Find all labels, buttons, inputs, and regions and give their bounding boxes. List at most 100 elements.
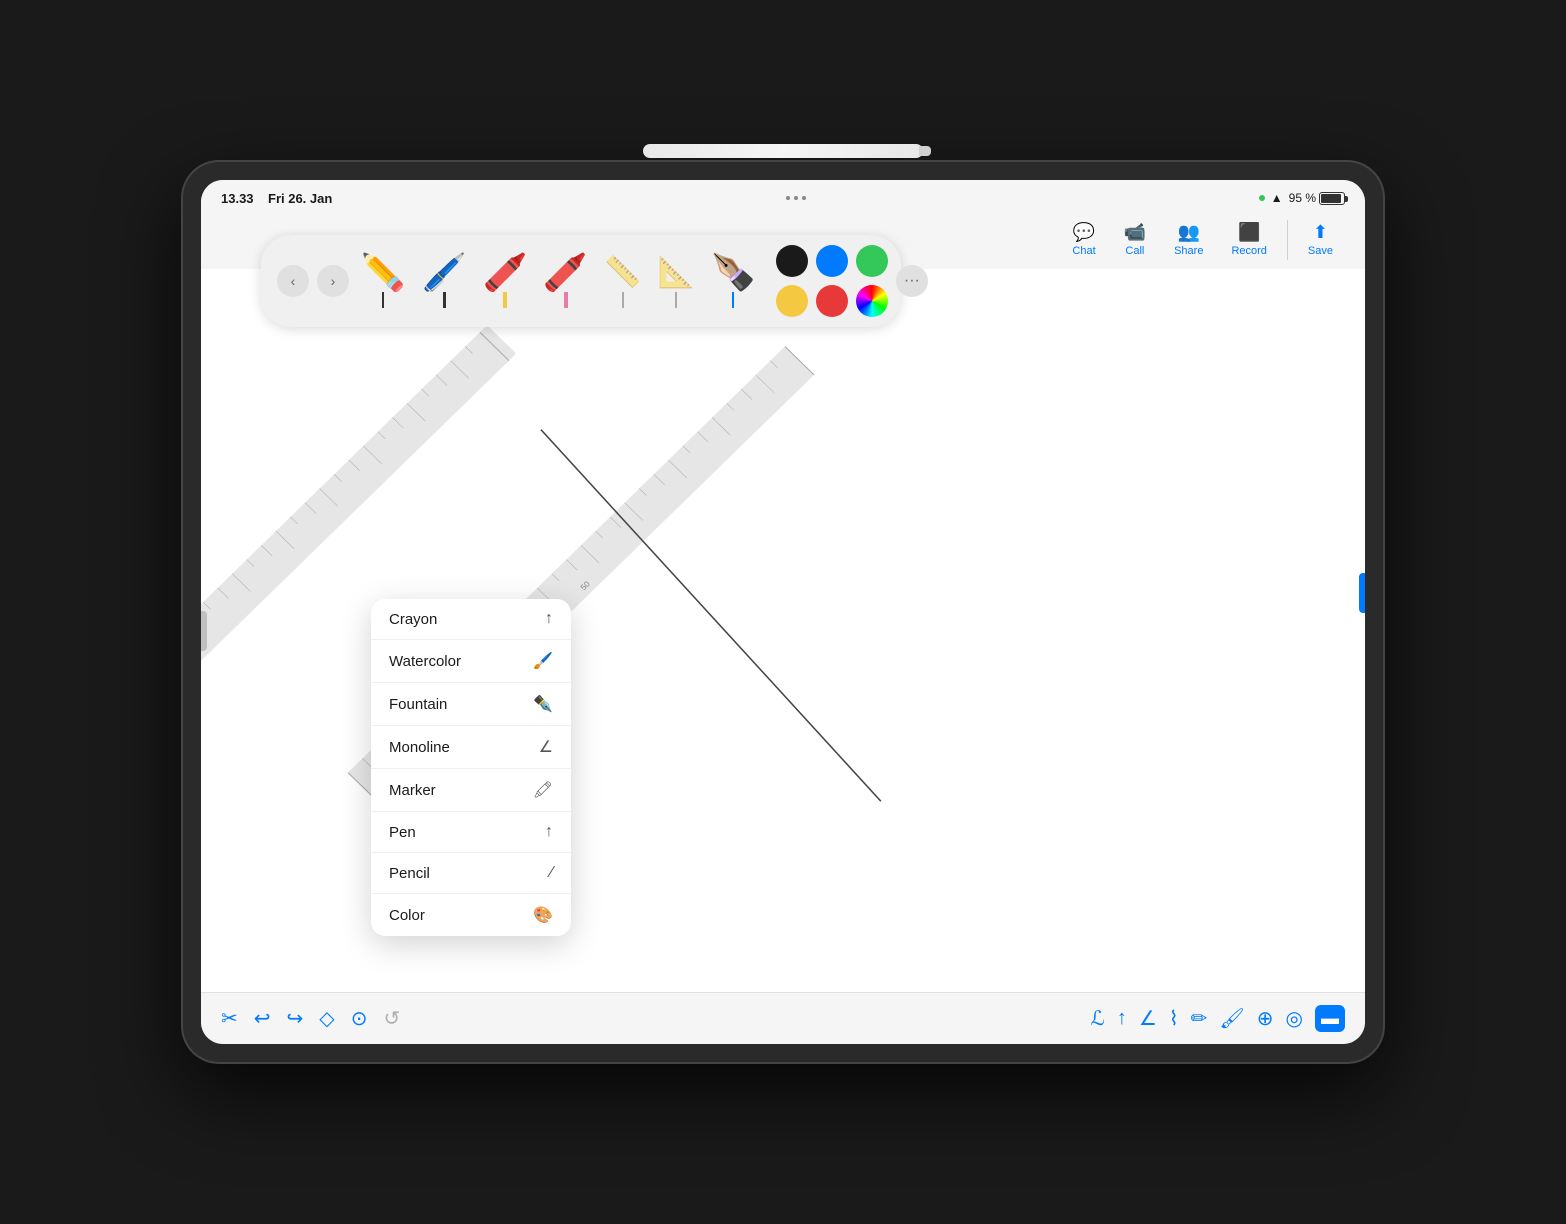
- ipad-frame: 13.33 Fri 26. Jan ▲ 95 %: [183, 162, 1383, 1062]
- bottom-left-tools: ✂ ↩ ↪ ◇ ⊙ ↺: [221, 1006, 400, 1031]
- call-icon: 📹: [1124, 222, 1146, 243]
- menu-label-color: Color: [389, 907, 425, 924]
- pen-toolbar-container: ‹ › ✏️ 🖊️ 🖍️ 🖍️: [261, 235, 901, 327]
- menu-label-monoline: Monoline: [389, 739, 450, 756]
- menu-icon-pen: ↑: [545, 823, 553, 841]
- color-section: [776, 245, 888, 317]
- save-icon: ⬆: [1313, 222, 1328, 243]
- status-date: Fri 26. Jan: [268, 191, 332, 206]
- apple-pencil: [643, 144, 923, 158]
- status-bar: 13.33 Fri 26. Jan ▲ 95 %: [201, 180, 1365, 212]
- pen-toolbar-back[interactable]: ‹: [277, 265, 309, 297]
- lasso-icon[interactable]: ⊙: [351, 1006, 368, 1031]
- palette-icon[interactable]: ◎: [1286, 1006, 1303, 1031]
- battery-bar: [1319, 192, 1345, 205]
- svg-text:50: 50: [579, 579, 592, 592]
- share-label: Share: [1174, 245, 1203, 257]
- color-custom[interactable]: [856, 285, 888, 317]
- battery-percent: 95 %: [1289, 191, 1316, 205]
- yellow-marker-tool[interactable]: 🖍️: [479, 252, 532, 310]
- more-options-button[interactable]: ···: [896, 265, 928, 297]
- wifi-icon: ▲: [1271, 191, 1283, 205]
- menu-icon-pencil: ∕: [550, 864, 553, 882]
- menu-item-pencil[interactable]: Pencil ∕: [371, 853, 571, 894]
- blue-pen-tool[interactable]: ✒️: [707, 252, 760, 310]
- share-button[interactable]: 👥 Share: [1162, 216, 1215, 263]
- calligraphy-icon[interactable]: ℒ: [1091, 1006, 1105, 1031]
- menu-label-fountain: Fountain: [389, 696, 447, 713]
- ruler-tool-2[interactable]: 📐: [654, 253, 699, 310]
- menu-item-color[interactable]: Color 🎨: [371, 894, 571, 936]
- record-label: Record: [1231, 245, 1266, 257]
- pencil-tool[interactable]: ✏️: [357, 252, 410, 310]
- chat-label: Chat: [1072, 245, 1095, 257]
- status-time-date: 13.33 Fri 26. Jan: [221, 191, 332, 206]
- ruler-tool-1[interactable]: 📏: [600, 253, 645, 310]
- menu-item-watercolor[interactable]: Watercolor 🖌️: [371, 640, 571, 683]
- canvas-area[interactable]: 50: [201, 269, 1365, 992]
- record-button[interactable]: ⬛ Record: [1219, 216, 1278, 263]
- menu-item-pen[interactable]: Pen ↑: [371, 812, 571, 853]
- color-green[interactable]: [856, 245, 888, 277]
- left-handle: [201, 611, 207, 651]
- menu-icon-marker: 🖍: [533, 780, 553, 800]
- brush-bottom-icon[interactable]: 🖌: [1219, 1006, 1244, 1031]
- call-label: Call: [1125, 245, 1144, 257]
- battery-fill: [1321, 194, 1341, 203]
- pen-toolbar-forward[interactable]: ›: [317, 265, 349, 297]
- record-icon: ⬛: [1238, 222, 1260, 243]
- menu-item-crayon[interactable]: Crayon ↑: [371, 599, 571, 640]
- status-center-dots: [786, 196, 806, 200]
- menu-item-fountain[interactable]: Fountain ✒️: [371, 683, 571, 726]
- bottom-right-tools: ℒ ↑ ∠ ⌇ ✏ 🖌 ⊕ ◎ ▬: [1091, 1005, 1345, 1032]
- color-red[interactable]: [816, 285, 848, 317]
- marker-bottom-icon[interactable]: ⌇: [1169, 1006, 1179, 1031]
- scissors-icon[interactable]: ✂: [221, 1006, 238, 1031]
- menu-label-marker: Marker: [389, 782, 436, 799]
- eyedropper-icon[interactable]: ⊕: [1257, 1006, 1274, 1031]
- ipad-screen: 13.33 Fri 26. Jan ▲ 95 %: [201, 180, 1365, 1044]
- pink-marker-tool[interactable]: 🖍️: [539, 252, 592, 310]
- call-button[interactable]: 📹 Call: [1112, 216, 1158, 263]
- menu-label-crayon: Crayon: [389, 611, 437, 628]
- menu-icon-watercolor: 🖌️: [533, 651, 553, 671]
- pen-tool[interactable]: 🖊️: [418, 252, 471, 310]
- pen-toolbar: ‹ › ✏️ 🖊️ 🖍️ 🖍️: [261, 235, 901, 327]
- share-icon: 👥: [1178, 222, 1200, 243]
- menu-icon-crayon: ↑: [545, 610, 553, 628]
- layers-icon[interactable]: ▬: [1315, 1005, 1345, 1032]
- menu-label-pen: Pen: [389, 824, 416, 841]
- save-button[interactable]: ⬆ Save: [1296, 216, 1345, 263]
- color-blue[interactable]: [816, 245, 848, 277]
- color-row-1: [776, 245, 888, 277]
- color-black[interactable]: [776, 245, 808, 277]
- fountain-bottom-icon[interactable]: ✏: [1191, 1006, 1208, 1031]
- save-label: Save: [1308, 245, 1333, 257]
- status-right: ▲ 95 %: [1259, 191, 1345, 205]
- toolbar-divider: [1287, 220, 1288, 260]
- action-disabled-icon: ↺: [383, 1006, 400, 1031]
- right-handle: [1359, 573, 1365, 613]
- angle-icon[interactable]: ∠: [1139, 1006, 1157, 1031]
- eraser-icon[interactable]: ◇: [319, 1006, 334, 1031]
- nib-icon[interactable]: ↑: [1117, 1007, 1127, 1030]
- context-menu: Crayon ↑ Watercolor 🖌️ Fountain ✒️ Monol…: [371, 599, 571, 936]
- menu-icon-monoline: ∠: [539, 737, 553, 757]
- undo-icon[interactable]: ↩: [254, 1006, 271, 1031]
- battery-indicator: 95 %: [1289, 191, 1345, 205]
- menu-label-pencil: Pencil: [389, 865, 430, 882]
- chat-icon: 💬: [1073, 222, 1095, 243]
- status-time: 13.33: [221, 191, 254, 206]
- menu-item-monoline[interactable]: Monoline ∠: [371, 726, 571, 769]
- chat-button[interactable]: 💬 Chat: [1060, 216, 1107, 263]
- color-yellow[interactable]: [776, 285, 808, 317]
- menu-item-marker[interactable]: Marker 🖍: [371, 769, 571, 812]
- menu-icon-color: 🎨: [533, 905, 553, 925]
- menu-label-watercolor: Watercolor: [389, 653, 461, 670]
- toolbar-right: 💬 Chat 📹 Call 👥 Share ⬛ Record ⬆: [1060, 216, 1345, 263]
- redo-icon[interactable]: ↪: [287, 1006, 304, 1031]
- color-row-2: [776, 285, 888, 317]
- bottom-toolbar: ✂ ↩ ↪ ◇ ⊙ ↺ ℒ ↑ ∠ ⌇ ✏ 🖌 ⊕ ◎ ▬: [201, 992, 1365, 1044]
- menu-icon-fountain: ✒️: [533, 694, 553, 714]
- signal-icon: [1259, 195, 1265, 201]
